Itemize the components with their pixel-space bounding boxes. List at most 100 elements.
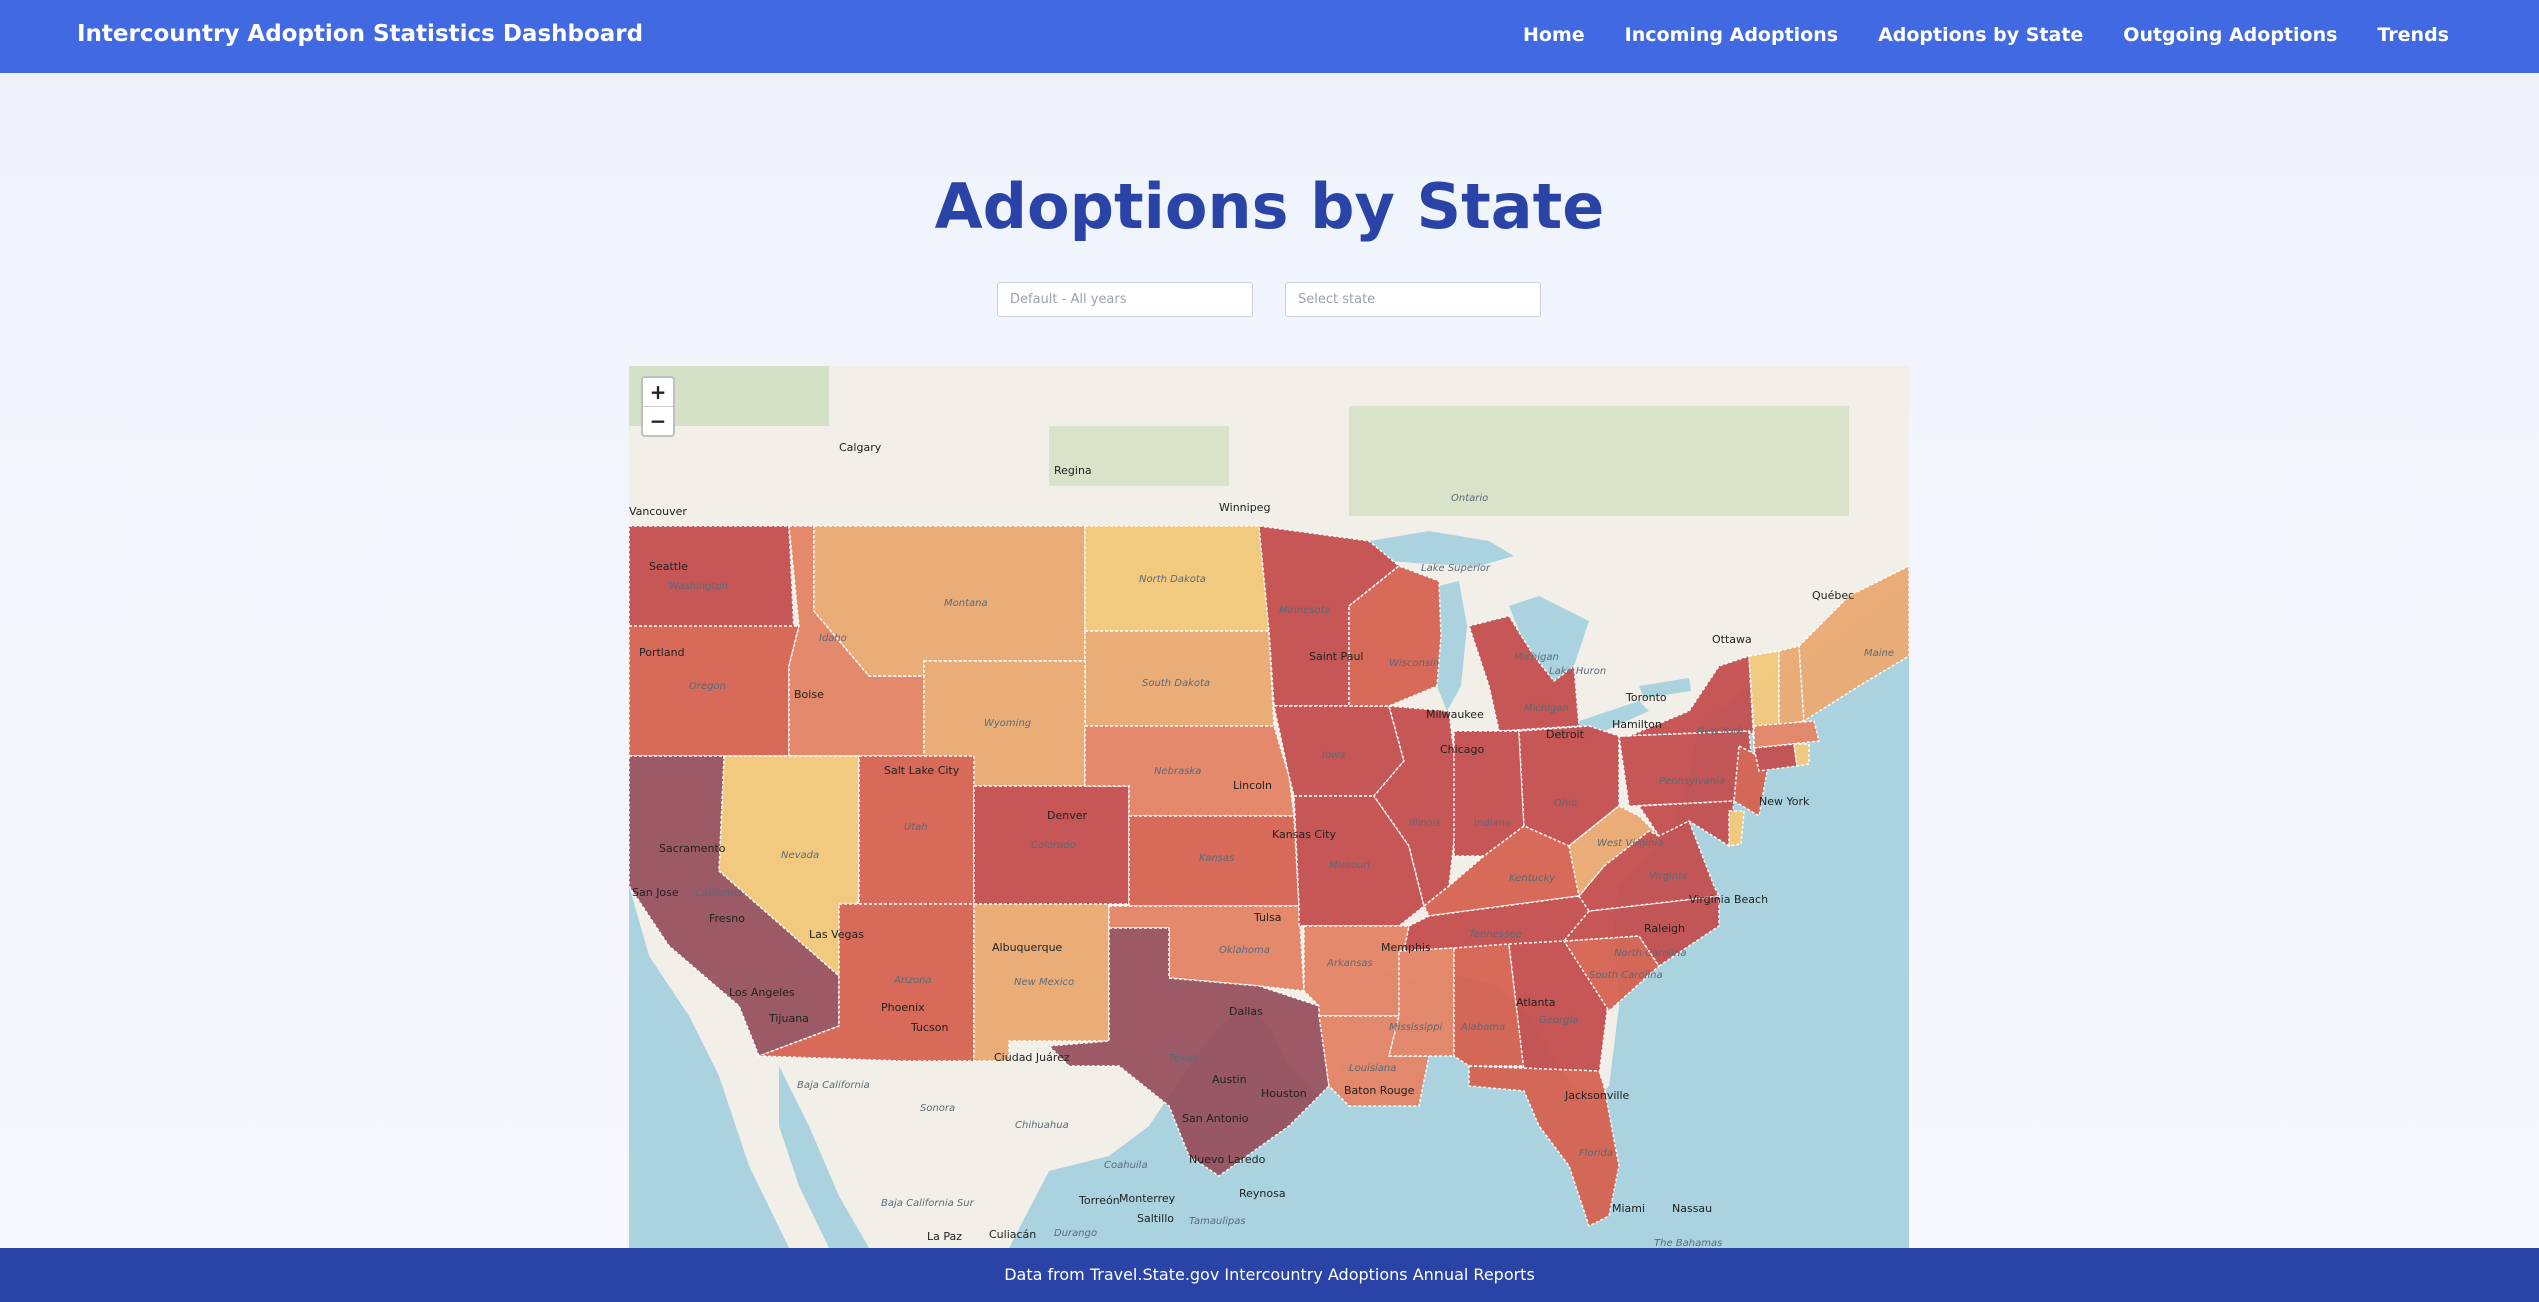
region-label: Lake Huron <box>1549 666 1606 677</box>
region-label: Wyoming <box>984 718 1031 729</box>
city-label: Québec <box>1812 589 1854 602</box>
region-label: Colorado <box>1031 840 1076 851</box>
state-select[interactable] <box>1285 282 1541 317</box>
main-nav: Home Incoming Adoptions Adoptions by Sta… <box>1523 24 2449 46</box>
city-label: Los Angeles <box>729 986 795 999</box>
city-label: Phoenix <box>881 1001 925 1014</box>
region-label: Ohio <box>1554 798 1577 809</box>
region-label: The Bahamas <box>1654 1238 1722 1248</box>
region-label: Kansas <box>1199 853 1234 864</box>
city-label: Boise <box>794 688 824 701</box>
city-label: Tucson <box>910 1021 949 1034</box>
nav-home[interactable]: Home <box>1523 24 1585 46</box>
region-label: Coahuila <box>1104 1160 1148 1171</box>
page-title: Adoptions by State <box>934 170 1605 243</box>
forest-area <box>1349 406 1849 516</box>
city-label: Ottawa <box>1712 633 1752 646</box>
year-select[interactable] <box>997 282 1253 317</box>
region-label: California <box>695 888 743 899</box>
city-label: Monterrey <box>1119 1192 1176 1205</box>
nav-adoptions-by-state[interactable]: Adoptions by State <box>1878 24 2083 46</box>
region-label: Baja California Sur <box>881 1198 975 1209</box>
forest-area <box>1049 426 1229 486</box>
region-label: Minnesota <box>1279 605 1331 616</box>
city-label: Atlanta <box>1516 996 1555 1009</box>
city-label: Culiacán <box>989 1228 1036 1241</box>
region-label: Arkansas <box>1326 958 1373 969</box>
region-label: Michigan <box>1524 703 1569 714</box>
city-label: Dallas <box>1229 1005 1263 1018</box>
region-label: Tennessee <box>1469 929 1522 940</box>
region-label: Oklahoma <box>1219 945 1270 956</box>
city-label: Kansas City <box>1272 828 1336 841</box>
nav-trends[interactable]: Trends <box>2377 24 2449 46</box>
state-vermont[interactable] <box>1748 650 1780 732</box>
city-label: Albuquerque <box>992 941 1063 954</box>
zoom-control: + − <box>641 376 675 437</box>
city-label: Ciudad Juárez <box>994 1051 1070 1064</box>
region-label: South Carolina <box>1589 970 1663 981</box>
city-label: Portland <box>639 646 685 659</box>
region-label: Virginia <box>1649 871 1687 882</box>
filter-bar <box>997 282 1541 317</box>
region-label: Sonora <box>920 1103 955 1114</box>
region-label: Tamaulipas <box>1189 1216 1246 1227</box>
state-rhode-island[interactable] <box>1793 743 1810 767</box>
state-arkansas[interactable] <box>1303 925 1410 1017</box>
zoom-out-button[interactable]: − <box>643 406 673 435</box>
region-label: Chihuahua <box>1015 1120 1069 1131</box>
region-label: Kentucky <box>1509 873 1556 884</box>
city-label: Milwaukee <box>1426 708 1484 721</box>
region-label: Pennsylvania <box>1659 776 1725 787</box>
city-label: Virginia Beach <box>1689 893 1768 906</box>
footer: Data from Travel.State.gov Intercountry … <box>0 1248 2539 1302</box>
app-title[interactable]: Intercountry Adoption Statistics Dashboa… <box>77 21 643 47</box>
nav-outgoing-adoptions[interactable]: Outgoing Adoptions <box>2123 24 2337 46</box>
city-label: Sacramento <box>659 842 726 855</box>
city-label: Reynosa <box>1239 1187 1286 1200</box>
zoom-in-button[interactable]: + <box>643 378 673 406</box>
city-label: Regina <box>1054 464 1092 477</box>
city-label: San Jose <box>632 886 679 899</box>
city-label: Saint Paul <box>1309 650 1363 663</box>
footer-text: Data from Travel.State.gov Intercountry … <box>1004 1265 1535 1284</box>
state-connecticut[interactable] <box>1753 743 1798 772</box>
region-label: Maine <box>1864 648 1894 659</box>
state-map[interactable]: + − Calgary Regina Winnipeg Vancouver Ot… <box>629 366 1909 1248</box>
city-label: Fresno <box>709 912 745 925</box>
region-label: Mississippi <box>1389 1022 1442 1033</box>
region-label: South Dakota <box>1142 678 1210 689</box>
city-label: Tulsa <box>1253 911 1282 924</box>
city-label: Jacksonville <box>1564 1089 1630 1102</box>
city-label: Torreón <box>1078 1194 1120 1207</box>
region-label: Indiana <box>1474 818 1511 829</box>
region-label: North Carolina <box>1614 948 1687 959</box>
top-navbar: Intercountry Adoption Statistics Dashboa… <box>0 0 2539 73</box>
city-label: Raleigh <box>1644 922 1685 935</box>
city-label: Tijuana <box>768 1012 809 1025</box>
region-label: Oregon <box>689 681 726 692</box>
region-label: Texas <box>1169 1053 1197 1064</box>
region-label: Washington <box>669 581 728 592</box>
city-label: Denver <box>1047 809 1087 822</box>
city-label: San Antonio <box>1182 1112 1249 1125</box>
nav-incoming-adoptions[interactable]: Incoming Adoptions <box>1625 24 1838 46</box>
city-label: Winnipeg <box>1219 501 1270 514</box>
city-label: Memphis <box>1381 941 1431 954</box>
region-label: Nevada <box>781 850 819 861</box>
state-pennsylvania[interactable] <box>1618 730 1755 807</box>
region-label: Durango <box>1054 1228 1097 1239</box>
region-label: Ontario <box>1451 493 1488 504</box>
region-label: Alabama <box>1460 1022 1505 1033</box>
city-label: Toronto <box>1625 691 1667 704</box>
region-label: Iowa <box>1322 750 1345 761</box>
city-label: Calgary <box>839 441 882 454</box>
city-label: Hamilton <box>1612 718 1662 731</box>
region-label: Missouri <box>1329 860 1370 871</box>
city-label: Austin <box>1212 1073 1247 1086</box>
city-label: Baton Rouge <box>1344 1084 1415 1097</box>
state-delaware[interactable] <box>1728 810 1745 847</box>
city-label: New York <box>1759 795 1810 808</box>
city-label: Detroit <box>1546 728 1585 741</box>
state-washington[interactable] <box>629 525 795 632</box>
